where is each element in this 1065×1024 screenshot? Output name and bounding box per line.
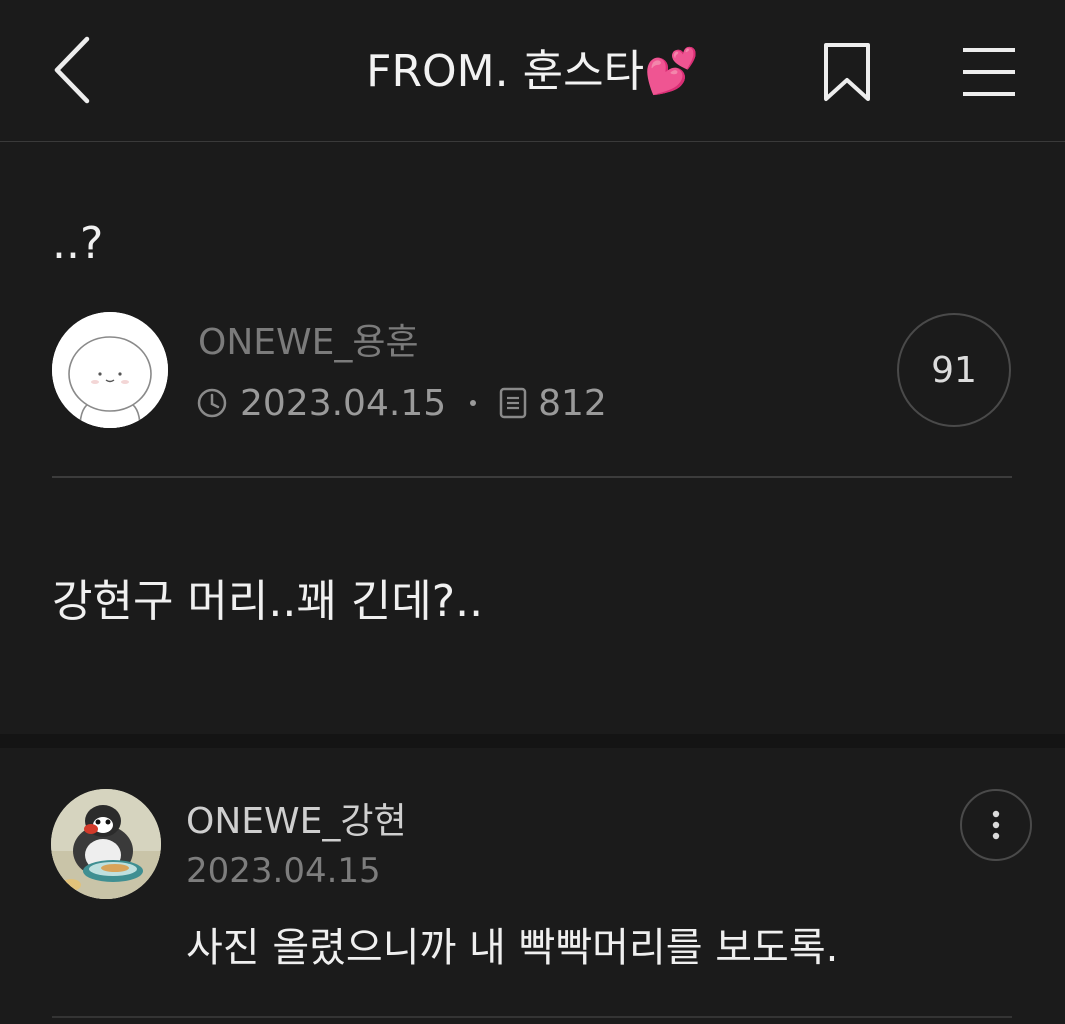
- page-title: FROM. 훈스타💕: [366, 46, 699, 97]
- bookmark-button[interactable]: [815, 36, 879, 108]
- more-vertical-icon: [992, 810, 1000, 840]
- divider: [52, 476, 1012, 478]
- comment-count-button[interactable]: 91: [897, 313, 1011, 427]
- top-bar: FROM. 훈스타💕: [0, 0, 1065, 142]
- avatar-illustration: [52, 312, 168, 428]
- section-separator: [0, 734, 1065, 748]
- clock-icon: [196, 387, 228, 419]
- comment-date: 2023.04.15: [186, 851, 381, 891]
- view-count: 812: [538, 382, 607, 424]
- post-body: 강현구 머리..꽤 긴데?..: [52, 576, 484, 627]
- author-name[interactable]: ONEWE_용훈: [198, 318, 419, 368]
- bookmark-icon: [824, 43, 870, 101]
- menu-button[interactable]: [952, 36, 1026, 108]
- author-avatar[interactable]: [52, 312, 168, 428]
- hamburger-menu-icon: [963, 48, 1015, 96]
- avatar-photo: [51, 789, 161, 899]
- post-meta: 2023.04.15 812: [196, 378, 607, 428]
- post-date: 2023.04.15: [240, 382, 447, 424]
- divider: [52, 1016, 1012, 1018]
- commenter-name[interactable]: ONEWE_강현: [186, 798, 407, 846]
- comment-more-button[interactable]: [960, 789, 1032, 861]
- commenter-avatar[interactable]: [51, 789, 161, 899]
- post-title: ..?: [52, 218, 104, 269]
- comment-text: 사진 올렸으니까 내 빡빡머리를 보도록.: [186, 925, 839, 971]
- document-icon: [498, 387, 528, 419]
- separator-dot: [470, 400, 477, 406]
